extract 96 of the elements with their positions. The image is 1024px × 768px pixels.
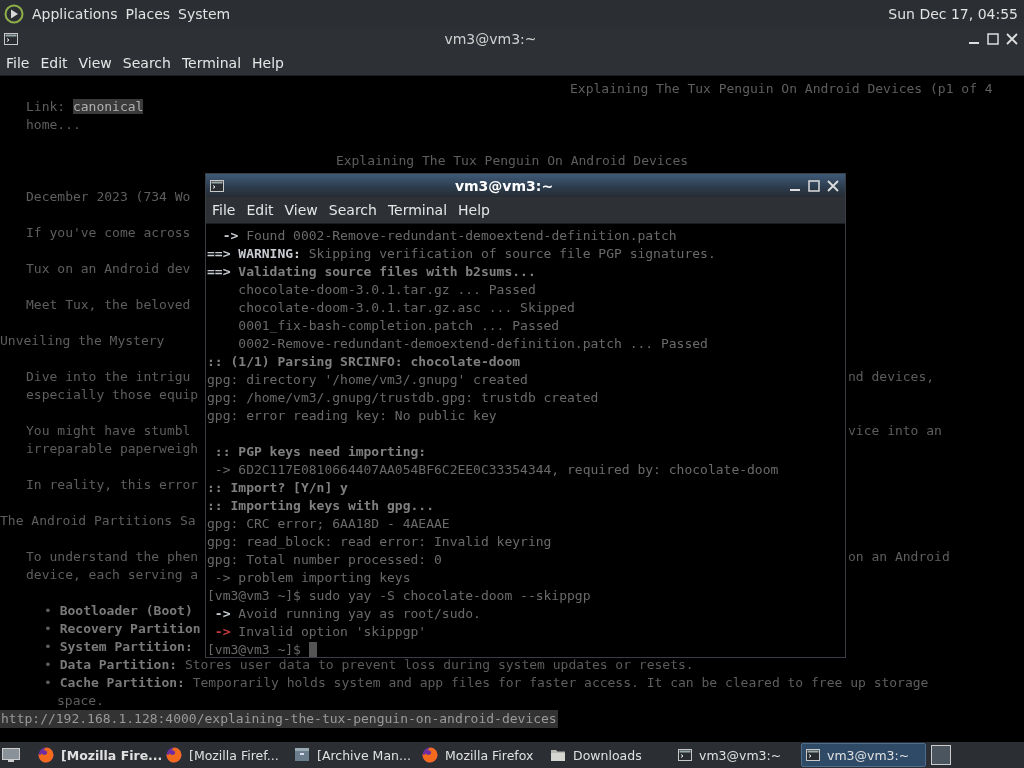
menu-item[interactable]: Terminal xyxy=(387,202,448,218)
terminal-line: gpg: /home/vm3/.gnupg/trustdb.gpg: trustdb created xyxy=(207,390,599,405)
page-text-line: • Bootloader (Boot) xyxy=(44,603,193,618)
terminal-icon xyxy=(210,179,224,192)
browser-icon xyxy=(166,747,182,763)
close-button[interactable] xyxy=(825,177,841,194)
taskbar-button[interactable]: [Archive Man... xyxy=(289,743,414,767)
terminal-line: ==> Validating source files with b2sums... xyxy=(207,264,536,279)
terminal-line: gpg: read_block: read error: Invalid keyring xyxy=(207,534,552,549)
workspace-switcher[interactable] xyxy=(931,745,951,765)
terminal-line: gpg: CRC error; 6AA18D - 4AEAAE xyxy=(207,516,450,531)
window-title: vm3@vm3:~ xyxy=(443,30,538,47)
terminal-line: 0001_fix-bash-completion.patch ... Passed xyxy=(237,318,560,333)
browser-icon xyxy=(38,747,54,763)
menu-item[interactable]: Edit xyxy=(40,54,68,71)
menu-item[interactable]: Edit xyxy=(246,202,274,218)
terminal-line: -> 6D2C117E0810664407AA054BF6C2EE0C33354344, required by: chocolate-doom xyxy=(213,462,779,477)
terminal-line: :: Import? [Y/n] y xyxy=(207,480,348,495)
page-text-line: Tux on an Android dev xyxy=(26,261,191,276)
folder-icon xyxy=(550,747,566,763)
page-text-line: vice into an xyxy=(848,422,942,440)
terminal-line: -> Invalid option 'skippgp' xyxy=(213,624,427,639)
page-text-line: If you've come across xyxy=(26,225,191,240)
page-text-line: • Recovery Partition xyxy=(44,621,201,636)
maximize-button[interactable] xyxy=(806,177,822,194)
page-text-line: especially those equip xyxy=(26,387,199,402)
page-text-line: Link: canonical xyxy=(26,99,144,114)
terminal-line: ==> WARNING: Skipping verification of source file PGP signatures. xyxy=(207,246,716,261)
close-button[interactable] xyxy=(1004,30,1020,47)
menu-item[interactable]: Search xyxy=(328,202,377,218)
panel-menu[interactable]: System xyxy=(178,5,231,22)
browser-icon xyxy=(422,747,438,763)
minimize-icon xyxy=(790,189,800,191)
page-text-line: To understand the phen xyxy=(26,549,199,564)
page-text-line: Dive into the intrigu xyxy=(26,369,191,384)
page-text-line: space. xyxy=(57,693,104,708)
terminal-line: 0002-Remove-redundant-demoextend-definition.patch ... Passed xyxy=(237,336,708,351)
close-icon xyxy=(1006,32,1018,45)
panel-menu[interactable]: Applications xyxy=(32,5,118,22)
menu-item[interactable]: Terminal xyxy=(181,54,242,71)
page-text-line: device, each serving a xyxy=(26,567,199,582)
page-text-line: irreparable paperweigh xyxy=(26,441,199,456)
menu-item[interactable]: Search xyxy=(122,54,171,71)
taskbar-button[interactable]: vm3@vm3:~ xyxy=(673,743,798,767)
page-text-line: December 2023 (734 Wo xyxy=(26,189,191,204)
taskbar-button[interactable]: [Mozilla Firef... xyxy=(161,743,286,767)
terminal-line: gpg: directory '/home/vm3/.gnupg' created xyxy=(207,372,528,387)
maximize-icon xyxy=(808,179,820,192)
terminal-line: :: Importing keys with gpg... xyxy=(207,498,434,513)
menu-item[interactable]: Help xyxy=(458,202,490,218)
menu-item[interactable]: File xyxy=(6,54,30,71)
page-text-line: In reality, this error xyxy=(26,477,199,492)
terminal-line: gpg: Total number processed: 0 xyxy=(207,552,442,567)
page-text-line: home... xyxy=(26,117,81,132)
terminal-icon xyxy=(806,749,820,761)
terminal-line: gpg: error reading key: No public key xyxy=(207,408,497,423)
status-url: http://192.168.1.128:4000/explaining-the-tux-penguin-on-android-devices xyxy=(0,710,558,728)
terminal-line: -> Found 0002-Remove-redundant-demoextend-definition.patch xyxy=(221,228,677,243)
page-text-line: You might have stumbl xyxy=(26,423,191,438)
logo-icon xyxy=(4,3,24,24)
menu-item[interactable]: File xyxy=(212,202,236,218)
menu-item[interactable]: View xyxy=(78,54,112,71)
clock[interactable]: Sun Dec 17, 04:55 xyxy=(888,5,1018,22)
page-text-line: nd devices, xyxy=(848,368,935,386)
page-text-line: • Data Partition: Stores user data to prevent loss during system updates or resets. xyxy=(44,657,694,672)
page-text-line: The Android Partitions Sa xyxy=(0,513,196,528)
terminal-line: [vm3@vm3 ~]$ sudo yay -S chocolate-doom --skippgp xyxy=(207,588,591,603)
terminal-icon xyxy=(678,749,692,761)
page-text-line: Unveiling the Mystery xyxy=(0,333,165,348)
taskbar-button[interactable]: vm3@vm3:~ xyxy=(801,743,926,767)
terminal-line: -> Avoid running yay as root/sudo. xyxy=(213,606,481,621)
desktop-icon[interactable] xyxy=(2,747,20,763)
window-title: vm3@vm3:~ xyxy=(453,177,555,194)
panel-menu[interactable]: Places xyxy=(125,5,171,22)
page-text-line: Explaining The Tux Penguin On Android Devices xyxy=(335,153,689,168)
page-text-line: Meet Tux, the beloved xyxy=(26,297,191,312)
terminal-line: :: PGP keys need importing: xyxy=(213,444,427,459)
taskbar-button[interactable]: Downloads xyxy=(545,743,670,767)
menu-item[interactable]: Help xyxy=(252,54,284,71)
page-text-line: on an Android xyxy=(848,548,950,566)
maximize-icon xyxy=(987,32,999,45)
terminal-line: chocolate-doom-3.0.1.tar.gz ... Passed xyxy=(237,282,536,297)
terminal-line: chocolate-doom-3.0.1.tar.gz.asc ... Skipped xyxy=(237,300,575,315)
page-text-line: Explaining The Tux Penguin On Android Devices (p1 of 4 xyxy=(570,81,993,96)
taskbar-button[interactable]: Mozilla Firefox xyxy=(417,743,542,767)
page-text-line: • Cache Partition: Temporarily holds system and app files for faster access. It can be cleared to free up storage xyxy=(44,675,929,690)
maximize-button[interactable] xyxy=(985,30,1001,47)
terminal-icon xyxy=(4,32,18,45)
terminal-line: :: (1/1) Parsing SRCINFO: chocolate-doom xyxy=(207,354,521,369)
terminal-line: -> problem importing keys xyxy=(213,570,411,585)
terminal-line: [vm3@vm3 ~]$ xyxy=(207,642,302,657)
page-text-line: • System Partition: xyxy=(44,639,193,654)
menu-item[interactable]: View xyxy=(284,202,318,218)
archive-icon xyxy=(294,747,310,763)
minimize-icon xyxy=(969,42,979,44)
close-icon xyxy=(827,179,839,192)
